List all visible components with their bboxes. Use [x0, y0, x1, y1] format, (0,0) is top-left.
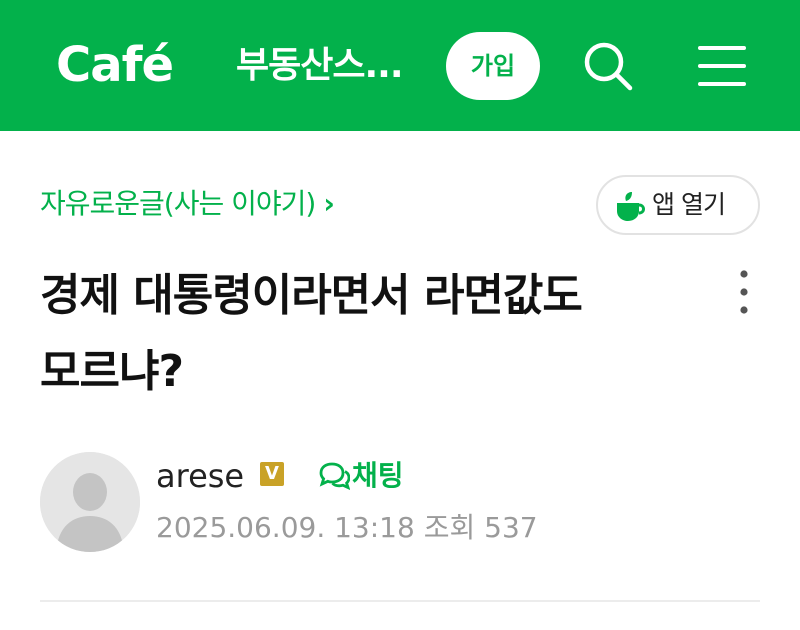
join-button[interactable]: 가입	[446, 32, 540, 100]
search-icon[interactable]	[580, 38, 636, 94]
board-breadcrumb[interactable]: 자유로운글(사는 이야기) ›	[40, 180, 335, 228]
chat-label: 채팅	[352, 459, 404, 492]
chevron-right-icon: ›	[323, 187, 335, 220]
board-name: 자유로운글(사는 이야기)	[40, 187, 316, 220]
views-label: 조회	[423, 511, 476, 544]
app-open-button[interactable]: 앱 열기	[596, 175, 760, 235]
post-date: 2025.06.09. 13:18	[156, 511, 415, 544]
verified-badge: V	[260, 462, 284, 486]
app-open-label: 앱 열기	[652, 190, 726, 219]
cafe-logo[interactable]: Café	[56, 30, 174, 100]
menu-icon[interactable]	[696, 40, 748, 92]
more-options-icon[interactable]	[732, 268, 756, 316]
cafe-name[interactable]: 부동산스...	[236, 36, 404, 96]
avatar[interactable]	[40, 452, 140, 552]
post-meta: 2025.06.09. 13:18 조회 537	[156, 506, 538, 550]
coffee-cup-icon	[612, 189, 648, 225]
divider	[40, 600, 760, 602]
chat-bubble-icon	[319, 462, 350, 490]
views-count: 537	[484, 511, 538, 544]
top-bar: Café 부동산스... 가입	[0, 0, 800, 131]
author-name[interactable]: arese	[156, 452, 244, 500]
article-title: 경제 대통령이라면서 라면값도 모르냐?	[40, 270, 583, 397]
